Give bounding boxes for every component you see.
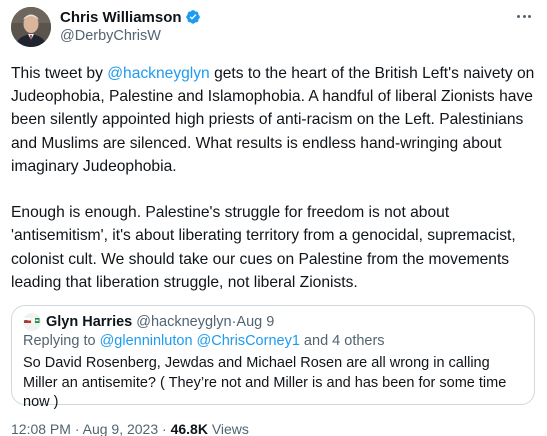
views-label: Views — [207, 421, 249, 436]
quoted-handle[interactable]: @hackneyglyn — [136, 314, 231, 330]
tweet-text-segment: This tweet by — [11, 65, 108, 82]
more-dot — [517, 14, 520, 18]
replying-prefix: Replying to — [23, 333, 100, 349]
footer-separator: · — [70, 421, 83, 436]
flags-emoji-icon — [23, 313, 41, 331]
quoted-display-name[interactable]: Glyn Harries — [46, 314, 132, 330]
mention-link[interactable]: @hackneyglyn — [107, 65, 210, 82]
tweet-paragraph-1: This tweet by @hackneyglyn gets to the h… — [11, 62, 537, 178]
views-count[interactable]: 46.8K — [171, 421, 208, 436]
author-display-name[interactable]: Chris Williamson — [60, 9, 182, 26]
quoted-tweet-text: So David Rosenberg, Jewdas and Michael R… — [23, 355, 507, 410]
quoted-date[interactable]: Aug 9 — [236, 314, 274, 330]
tweet-text: This tweet by @hackneyglyn gets to the h… — [11, 62, 537, 294]
replying-to: Replying to @glenninluton @ChrisCorney1 … — [23, 333, 523, 352]
tweet-header: Chris Williamson @DerbyChrisW — [11, 5, 537, 49]
quoted-tweet-header: Glyn Harries @hackneyglyn · Aug 9 — [23, 313, 523, 331]
post-time[interactable]: 12:08 PM — [11, 421, 71, 436]
avatar-photo-icon — [11, 7, 51, 47]
author-names: Chris Williamson @DerbyChrisW — [60, 8, 201, 44]
more-dot — [528, 14, 531, 18]
tweet-paragraph-2: Enough is enough. Palestine's struggle f… — [11, 204, 516, 291]
tweet-footer: 12:08 PM · Aug 9, 2023 · 46.8K Views — [11, 421, 249, 436]
footer-separator: · — [158, 421, 171, 436]
more-options-icon[interactable] — [513, 7, 535, 25]
replying-suffix: and 4 others — [299, 333, 385, 349]
quoted-tweet[interactable]: Glyn Harries @hackneyglyn · Aug 9 Replyi… — [11, 305, 535, 410]
author-handle[interactable]: @DerbyChrisW — [60, 28, 201, 44]
more-dot — [522, 14, 526, 18]
avatar[interactable] — [11, 7, 51, 47]
verified-badge-icon[interactable] — [185, 9, 201, 25]
replying-mentions[interactable]: @glenninluton @ChrisCorney1 — [100, 333, 300, 349]
post-date[interactable]: Aug 9, 2023 — [83, 421, 159, 436]
